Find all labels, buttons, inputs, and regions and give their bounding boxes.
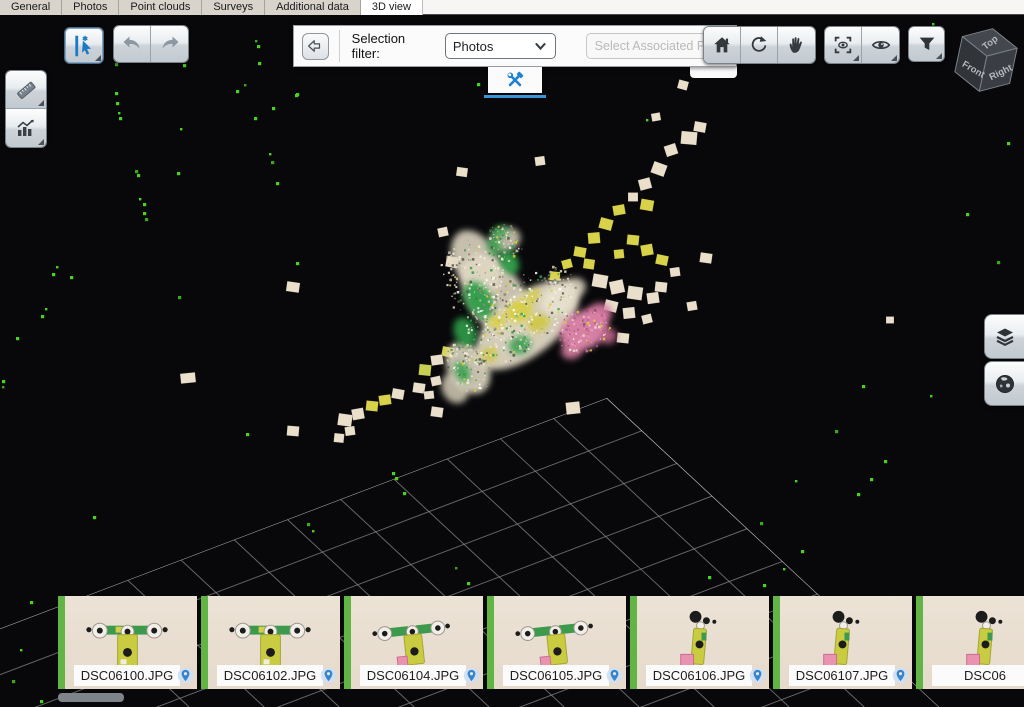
thumbnail-filename: DSC06105.JPG [503, 665, 609, 686]
thumbnail-status-bar [916, 596, 923, 689]
orbit-button[interactable] [741, 27, 778, 63]
display-filter-button[interactable] [908, 26, 945, 62]
tab-surveys[interactable]: Surveys [202, 0, 265, 15]
undo-icon [120, 32, 144, 56]
tools-panel-tab[interactable] [488, 67, 542, 93]
globe-icon [993, 372, 1017, 396]
thumbnail-status-bar [58, 596, 65, 689]
selection-tool-icon [71, 33, 97, 59]
selection-filter-value: Photos [453, 39, 533, 54]
home-view-button[interactable] [704, 27, 741, 63]
thumbnail-status-bar [773, 596, 780, 689]
filmstrip-scrollbar[interactable] [58, 693, 124, 702]
filter-funnel-icon [916, 33, 938, 55]
thumbnail-filename: DSC06106.JPG [646, 665, 752, 686]
zoom-selection-icon [832, 34, 854, 56]
selection-tool-button[interactable] [64, 27, 104, 64]
selection-filter-label: Selection filter: [352, 31, 436, 61]
location-pin-icon [320, 667, 337, 684]
thumbnail-status-bar [630, 596, 637, 689]
orbit-icon [748, 34, 770, 56]
panel-separator [339, 30, 340, 62]
tools-tab-underline [484, 95, 546, 98]
photo-thumbnail[interactable]: DSC06104.JPG [344, 596, 483, 689]
redo-button[interactable] [151, 26, 188, 62]
measure-button[interactable] [6, 71, 46, 109]
thumbnail-status-bar [344, 596, 351, 689]
layers-icon [993, 325, 1017, 349]
thumbnail-status-bar [487, 596, 494, 689]
photo-thumbnail[interactable]: DSC06100.JPG [58, 596, 197, 689]
photo-thumbnail[interactable]: DSC06105.JPG [487, 596, 626, 689]
measure-ruler-icon [14, 78, 38, 102]
pan-button[interactable] [778, 27, 815, 63]
photo-thumbnail[interactable]: DSC06106.JPG [630, 596, 769, 689]
tab-point-clouds[interactable]: Point clouds [119, 0, 202, 15]
thumbnail-filename: DSC06102.JPG [217, 665, 323, 686]
selection-filter-dropdown[interactable]: Photos [445, 33, 556, 59]
dropdown-chevron-icon [533, 40, 548, 53]
thumbnail-filename: DSC06107.JPG [789, 665, 895, 686]
home-icon [711, 34, 733, 56]
tab-photos[interactable]: Photos [62, 0, 119, 15]
location-pin-icon [749, 667, 766, 684]
tools-icon [504, 69, 526, 91]
photo-thumbnail[interactable]: DSC06107.JPG [773, 596, 912, 689]
redo-icon [158, 32, 182, 56]
view-cube[interactable]: Top Front Right [948, 20, 1024, 106]
statistics-button[interactable] [6, 109, 46, 147]
tab-additional-data[interactable]: Additional data [265, 0, 361, 15]
pan-hand-icon [786, 34, 808, 56]
tab-bar: GeneralPhotosPoint cloudsSurveysAddition… [0, 0, 1024, 15]
location-pin-icon [606, 667, 623, 684]
undo-button[interactable] [114, 26, 151, 62]
selection-filter-panel: Selection filter: Photos Select Associat… [293, 25, 737, 67]
tab-general[interactable]: General [0, 0, 62, 15]
view-mode-button[interactable] [862, 27, 899, 63]
photo-thumbnail[interactable]: DSC06 [916, 596, 1024, 689]
thumbnail-status-bar [201, 596, 208, 689]
location-pin-icon [463, 667, 480, 684]
collapse-arrow-icon [306, 37, 324, 55]
zoom-on-selection-button[interactable] [825, 27, 862, 63]
globe-button[interactable] [984, 361, 1024, 406]
photo-thumbnail[interactable]: DSC06102.JPG [201, 596, 340, 689]
location-pin-icon [177, 667, 194, 684]
layers-button[interactable] [984, 314, 1024, 359]
thumbnail-filename: DSC06100.JPG [74, 665, 180, 686]
app-root: GeneralPhotosPoint cloudsSurveysAddition… [0, 0, 1024, 707]
thumbnail-filename: DSC06 [932, 665, 1024, 686]
view-eye-icon [870, 34, 892, 56]
collapse-panel-button[interactable] [302, 33, 329, 60]
location-pin-icon [892, 667, 909, 684]
thumbnail-filename: DSC06104.JPG [360, 665, 466, 686]
tab-3d-view[interactable]: 3D view [361, 0, 423, 15]
statistics-chart-icon [14, 116, 38, 140]
